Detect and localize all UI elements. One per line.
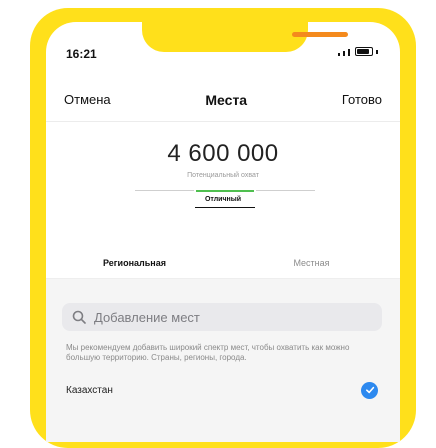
search-input[interactable]: Добавление мест xyxy=(62,303,382,331)
location-type-tabs: Региональная Местная xyxy=(46,248,400,279)
tab-local[interactable]: Местная xyxy=(223,248,400,278)
location-name: Казахстан xyxy=(66,384,113,396)
status-icons xyxy=(338,47,378,56)
speaker-grille xyxy=(292,32,348,37)
battery-icon-tip xyxy=(376,50,378,54)
reach-quality-label: Отличный xyxy=(204,196,242,203)
phone-screen: 16:21 Отмена Места Готово 4 600 000 Поте… xyxy=(46,22,400,442)
battery-icon xyxy=(355,47,373,56)
quality-underline xyxy=(195,207,255,208)
tab-regional[interactable]: Региональная xyxy=(46,248,223,278)
reach-value: 4 600 000 xyxy=(167,140,279,167)
status-time: 16:21 xyxy=(66,47,97,61)
meter-segment xyxy=(135,190,194,191)
signal-icon xyxy=(338,53,340,56)
reach-caption: Потенциальный охват xyxy=(187,172,259,179)
search-icon xyxy=(72,310,86,324)
search-placeholder: Добавление мест xyxy=(94,309,200,325)
locations-panel: Добавление мест Мы рекомендуем добавить … xyxy=(46,279,400,442)
checkmark-icon[interactable] xyxy=(361,381,378,399)
potential-reach: 4 600 000 Потенциальный охват xyxy=(46,140,400,179)
location-item-kazakhstan[interactable]: Казахстан xyxy=(66,379,378,401)
reach-quality-meter xyxy=(135,190,316,192)
navigation-bar: Отмена Места Готово xyxy=(46,78,400,122)
signal-icon-bar xyxy=(348,49,350,56)
done-button[interactable]: Готово xyxy=(342,92,382,107)
page-title: Места xyxy=(205,91,248,108)
meter-segment xyxy=(195,190,255,192)
recommendation-text: Мы рекомендуем добавить широкий спектр м… xyxy=(66,343,350,362)
signal-icon-bar xyxy=(343,51,345,56)
cancel-button[interactable]: Отмена xyxy=(64,92,111,107)
checkmark-glyph xyxy=(365,386,374,394)
meter-segment xyxy=(256,190,316,191)
notch xyxy=(142,22,348,52)
